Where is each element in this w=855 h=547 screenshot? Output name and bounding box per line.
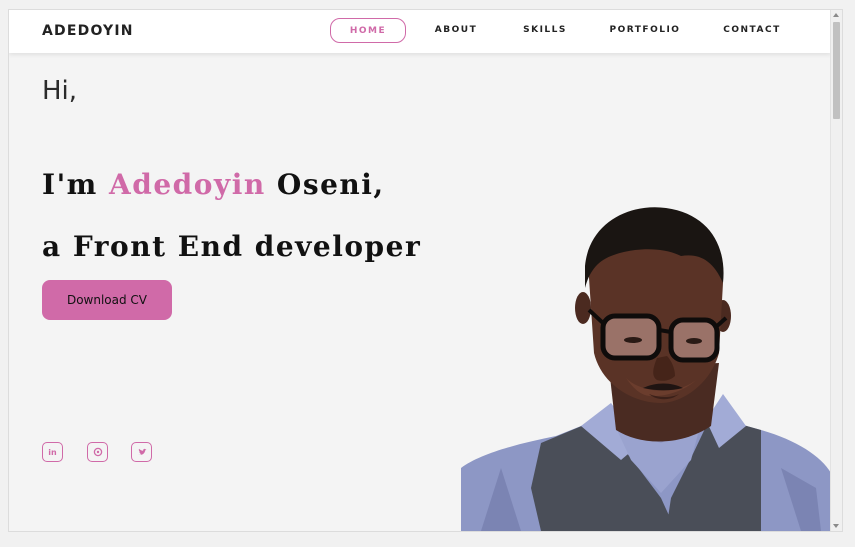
twitter-icon[interactable] bbox=[131, 442, 152, 462]
nav-contact[interactable]: CONTACT bbox=[717, 18, 787, 43]
scroll-down-arrow-icon[interactable] bbox=[833, 524, 839, 528]
nav-about[interactable]: ABOUT bbox=[427, 18, 485, 43]
scrollbar-thumb[interactable] bbox=[833, 22, 840, 119]
github-glyph bbox=[93, 447, 102, 457]
hero-role-line: a Front End developer bbox=[42, 230, 422, 263]
nav-portfolio[interactable]: PORTFOLIO bbox=[605, 18, 685, 43]
top-navbar: ADEDOYIN HOME ABOUT SKILLS PORTFOLIO CON… bbox=[9, 10, 831, 53]
download-cv-button[interactable]: Download CV bbox=[42, 280, 172, 320]
first-name-highlight: Adedoyin bbox=[109, 168, 266, 201]
browser-viewport: ADEDOYIN HOME ABOUT SKILLS PORTFOLIO CON… bbox=[8, 9, 843, 532]
github-icon[interactable] bbox=[87, 442, 108, 462]
profile-photo bbox=[461, 207, 831, 531]
intro-prefix: I'm bbox=[42, 168, 110, 201]
nav-skills[interactable]: SKILLS bbox=[516, 18, 574, 43]
hero-name-line: I'm Adedoyin Oseni, bbox=[42, 168, 385, 201]
scroll-up-arrow-icon[interactable] bbox=[833, 13, 839, 17]
last-name: Oseni, bbox=[265, 168, 385, 201]
twitter-glyph bbox=[137, 448, 146, 455]
linkedin-glyph: in bbox=[48, 447, 57, 457]
vertical-scrollbar[interactable] bbox=[830, 10, 842, 531]
brand-logo[interactable]: ADEDOYIN bbox=[42, 23, 134, 39]
linkedin-icon[interactable]: in bbox=[42, 442, 63, 462]
hero-greeting: Hi, bbox=[42, 76, 78, 106]
nav-home[interactable]: HOME bbox=[330, 18, 406, 43]
